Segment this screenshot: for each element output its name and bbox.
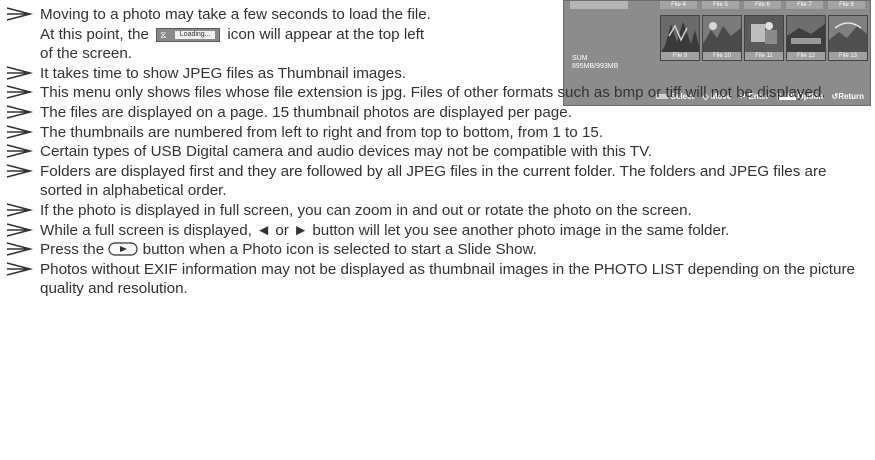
note-text: Moving to a photo may take a few seconds…: [40, 6, 431, 23]
note-item: This menu only shows files whose file ex…: [6, 83, 872, 103]
arrow-bullet-icon: [6, 163, 34, 178]
loading-icon: ⧖ Loading...: [156, 27, 221, 42]
note-text: Press the button when a Photo icon is se…: [40, 241, 537, 259]
note-item: Folders are displayed first and they are…: [6, 162, 872, 201]
note-text: While a full screen is displayed, ◄ or ►…: [40, 221, 730, 239]
note-item: Moving to a photo may take a few seconds…: [6, 5, 872, 64]
arrow-bullet-icon: [6, 105, 34, 119]
arrow-bullet-icon: [6, 242, 34, 256]
note-text: Folders are displayed first and they are…: [40, 162, 827, 200]
arrow-bullet-icon: [6, 124, 34, 139]
note-text: This menu only shows files whose file ex…: [40, 84, 826, 102]
note-text: Certain types of USB Digital camera and …: [40, 143, 653, 161]
note-text: The thumbnails are numbered from left to…: [40, 123, 604, 141]
note-item: Photos without EXIF information may not …: [6, 260, 872, 299]
arrow-bullet-icon: [6, 7, 34, 21]
note-item: It takes time to show JPEG files as Thum…: [6, 64, 872, 84]
arrow-bullet-icon: [6, 66, 34, 80]
note-text: Photos without EXIF information may not …: [40, 260, 855, 298]
arrow-bullet-icon: [6, 85, 34, 100]
notes-list: Moving to a photo may take a few seconds…: [6, 0, 872, 299]
note-item: The files are displayed on a page. 15 th…: [6, 103, 872, 123]
arrow-bullet-icon: [6, 144, 34, 158]
note-item: The thumbnails are numbered from left to…: [6, 123, 872, 143]
note-item: If the photo is displayed in full screen…: [6, 201, 872, 221]
arrow-bullet-icon: [6, 222, 34, 237]
note-text: If the photo is displayed in full screen…: [40, 201, 692, 219]
note-text: The files are displayed on a page. 15 th…: [40, 103, 572, 121]
arrow-bullet-icon: [6, 203, 34, 217]
note-item: Certain types of USB Digital camera and …: [6, 142, 872, 162]
note-item: Press the button when a Photo icon is se…: [6, 240, 872, 260]
arrow-bullet-icon: [6, 261, 34, 276]
note-text-cont: At this point, the ⧖ Loading... icon wil…: [40, 25, 425, 43]
note-text: It takes time to show JPEG files as Thum…: [40, 64, 407, 82]
play-button-icon: [108, 242, 138, 256]
note-text: of the screen.: [40, 45, 133, 63]
note-item: While a full screen is displayed, ◄ or ►…: [6, 221, 872, 241]
